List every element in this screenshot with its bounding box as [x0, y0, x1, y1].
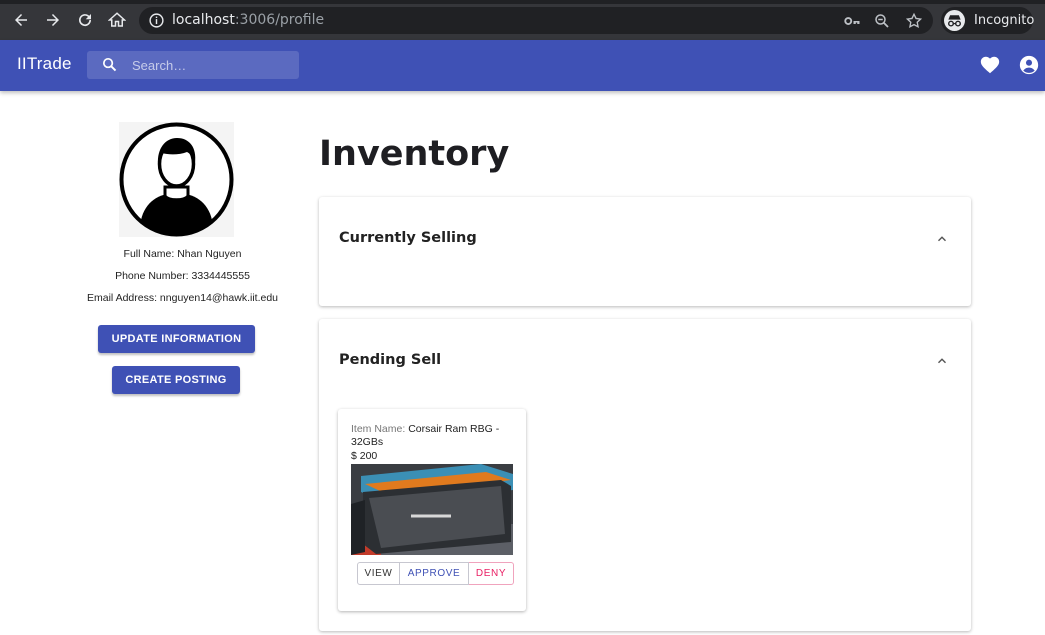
create-posting-button[interactable]: CREATE POSTING: [112, 366, 240, 394]
page-title: Inventory: [319, 134, 510, 174]
update-information-button[interactable]: UPDATE INFORMATION: [98, 325, 255, 353]
back-icon[interactable]: [11, 10, 31, 30]
search-box[interactable]: [87, 51, 299, 79]
account-icon[interactable]: [1018, 54, 1040, 76]
item-actions: VIEW APPROVE DENY: [357, 562, 514, 585]
pending-item-card: Item Name: Corsair Ram RBG - 32GBs $ 200…: [338, 409, 526, 611]
url-text[interactable]: localhost:3006/profile: [172, 12, 324, 29]
profile-phone: Phone Number: 3334445555: [115, 270, 250, 282]
item-name-label: Item Name:: [351, 423, 409, 435]
reload-icon[interactable]: [75, 10, 95, 30]
item-name-value: Corsair Ram RBG -: [408, 423, 500, 435]
currently-selling-panel[interactable]: Currently Selling: [319, 197, 971, 306]
search-icon: [102, 57, 117, 72]
chevron-up-icon[interactable]: [935, 354, 949, 368]
address-bar[interactable]: localhost:3006/profile: [139, 7, 933, 34]
panel-title-pending-sell: Pending Sell: [339, 352, 442, 368]
home-icon[interactable]: [107, 10, 127, 30]
approve-button[interactable]: APPROVE: [400, 562, 469, 585]
favorites-heart-icon[interactable]: [979, 54, 1001, 76]
incognito-label: Incognito: [974, 13, 1035, 28]
tab-strip: [0, 0, 1045, 4]
key-icon[interactable]: [843, 12, 861, 30]
chevron-up-icon[interactable]: [935, 232, 949, 246]
search-input[interactable]: [132, 55, 282, 75]
profile-avatar: [119, 122, 234, 237]
app-bar: IITrade: [0, 40, 1045, 91]
item-name: Item Name: Corsair Ram RBG -: [351, 423, 516, 436]
profile-email: Email Address: nnguyen14@hawk.iit.edu: [86, 292, 279, 304]
incognito-profile[interactable]: Incognito: [941, 7, 1035, 34]
panel-title-currently-selling: Currently Selling: [339, 230, 477, 246]
url-path: :3006/profile: [234, 12, 325, 28]
brand-logo[interactable]: IITrade: [17, 54, 72, 74]
bookmark-star-icon[interactable]: [905, 12, 923, 30]
item-name-continued: 32GBs: [351, 436, 384, 448]
zoom-icon[interactable]: [873, 12, 891, 30]
item-price: $ 200: [351, 450, 378, 462]
incognito-icon: [944, 10, 965, 31]
deny-button[interactable]: DENY: [469, 562, 514, 585]
view-button[interactable]: VIEW: [357, 562, 400, 585]
profile-full-name: Full Name: Nhan Nguyen: [123, 248, 242, 260]
browser-toolbar: localhost:3006/profile Incognito: [0, 0, 1045, 40]
info-icon[interactable]: [148, 12, 165, 29]
url-host: localhost: [172, 12, 235, 28]
item-photo: [351, 464, 513, 555]
forward-icon[interactable]: [43, 10, 63, 30]
